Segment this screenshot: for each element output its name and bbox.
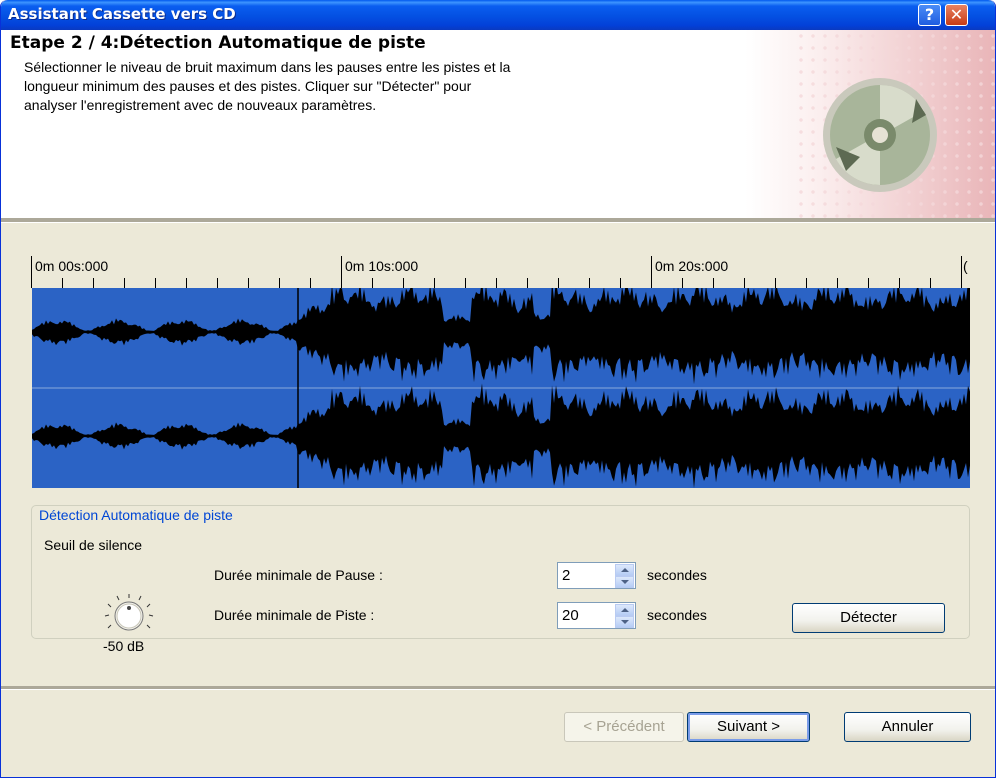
- help-button[interactable]: ?: [918, 4, 941, 26]
- wizard-window: Assistant Cassette vers CD ? ✕ Etape 2 /…: [0, 0, 996, 778]
- min-pause-value[interactable]: 2: [562, 567, 570, 584]
- step-description: Sélectionner le niveau de bruit maximum …: [24, 58, 724, 115]
- timeline-label-30: (: [963, 258, 968, 274]
- cancel-button[interactable]: Annuler: [844, 712, 971, 742]
- silence-value: -50 dB: [103, 638, 145, 654]
- min-pause-down-button[interactable]: [615, 576, 634, 588]
- timeline-label-20: 0m 20s:000: [655, 258, 729, 274]
- detect-button[interactable]: Détecter: [792, 603, 945, 633]
- min-pause-label: Durée minimale de Pause :: [214, 567, 383, 583]
- silence-threshold-knob[interactable]: [97, 588, 157, 638]
- window-title: Assistant Cassette vers CD: [8, 5, 236, 23]
- footer-separator: [1, 686, 995, 690]
- silence-threshold-label: Seuil de silence: [44, 537, 143, 553]
- min-track-unit: secondes: [647, 607, 707, 623]
- wizard-header: Etape 2 / 4:Détection Automatique de pis…: [1, 30, 995, 218]
- next-button[interactable]: Suivant >: [687, 712, 810, 742]
- timeline-label-0: 0m 00s:000: [35, 258, 109, 274]
- waveform-view[interactable]: [32, 279, 970, 489]
- min-track-down-button[interactable]: [615, 616, 634, 628]
- description-line-3: analyser l'enregistrement avec de nouvea…: [24, 97, 377, 113]
- cd-disc-icon: [823, 78, 937, 192]
- description-line-2: longueur minimum des pauses et des piste…: [24, 78, 472, 94]
- min-pause-unit: secondes: [647, 567, 707, 583]
- timeline-ruler: 0m 00s:000 0m 10s:000 0m 20s:000 (: [31, 254, 969, 288]
- min-track-value[interactable]: 20: [562, 607, 579, 624]
- detection-group-title: Détection Automatique de piste: [37, 507, 235, 523]
- title-bar[interactable]: Assistant Cassette vers CD ? ✕: [1, 0, 995, 30]
- description-line-1: Sélectionner le niveau de bruit maximum …: [24, 59, 511, 75]
- close-button[interactable]: ✕: [945, 4, 968, 26]
- header-separator: [1, 218, 995, 223]
- previous-button[interactable]: < Précédent: [564, 712, 684, 742]
- min-track-spinbox[interactable]: 20: [557, 602, 636, 629]
- step-title: Etape 2 / 4:Détection Automatique de pis…: [10, 33, 426, 53]
- timeline-label-10: 0m 10s:000: [345, 258, 419, 274]
- min-track-label: Durée minimale de Piste :: [214, 607, 375, 623]
- min-pause-spinbox[interactable]: 2: [557, 562, 636, 589]
- min-pause-up-button[interactable]: [615, 564, 634, 576]
- min-track-up-button[interactable]: [615, 604, 634, 616]
